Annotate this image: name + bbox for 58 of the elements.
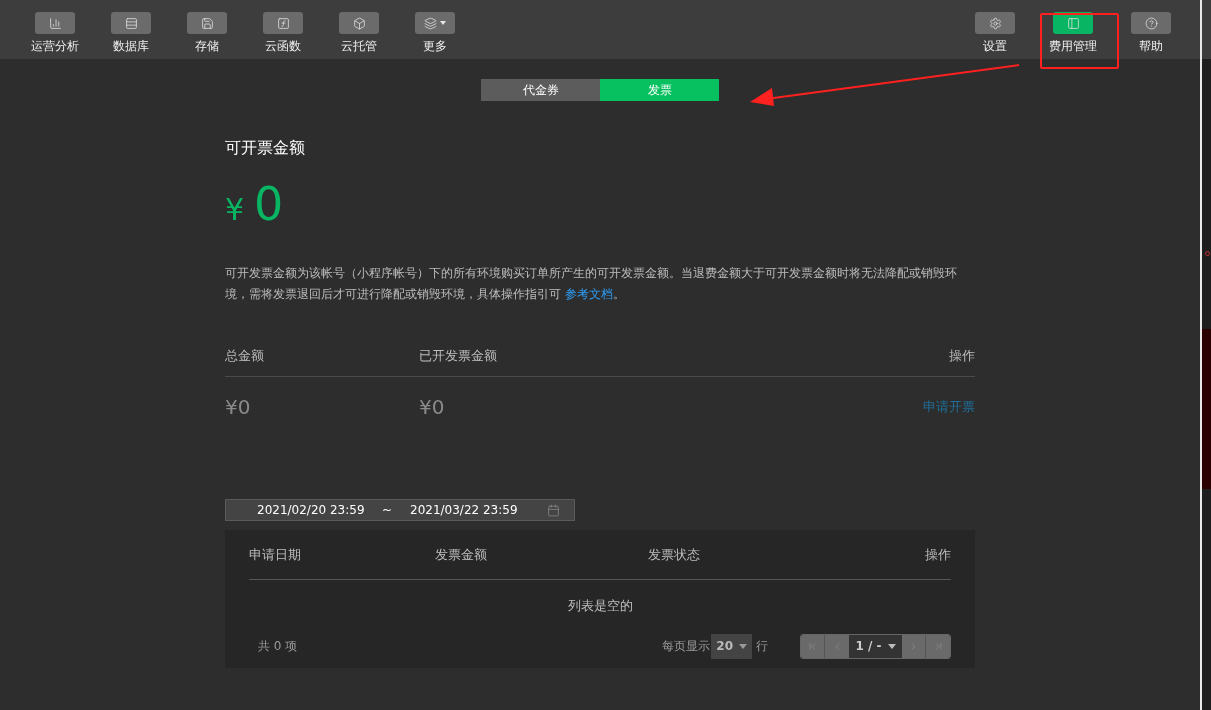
currency-symbol: ¥ bbox=[225, 191, 245, 229]
first-page-button[interactable] bbox=[801, 634, 825, 658]
total-count: 共 0 项 bbox=[258, 638, 299, 655]
range-separator: ~ bbox=[382, 502, 394, 519]
end-date: 2021/03/22 23:59 bbox=[410, 502, 519, 519]
toolbar-button[interactable] bbox=[1131, 12, 1171, 34]
column-header: 发票金额 bbox=[435, 545, 488, 564]
settings-icon bbox=[988, 16, 1002, 30]
tab[interactable]: 代金券 bbox=[481, 79, 600, 101]
description-text: 可开发票金额为该帐号（小程序帐号）下的所有环境购买订单所产生的可开发票金额。当退费金额大于可开发票金额时将无法降配或销毁环境，需将发票退回后才可进行降配或销毁环境，具体操作指引可 参考文档。 bbox=[225, 265, 958, 303]
per-page-label: 每页显示 bbox=[662, 638, 711, 655]
toolbar-label[interactable]: 云函数 bbox=[265, 39, 301, 53]
column-header: 已开发票金额 bbox=[419, 346, 498, 365]
toolbar-button[interactable] bbox=[975, 12, 1015, 34]
column-header: 操作 bbox=[925, 545, 951, 564]
toolbar-button[interactable] bbox=[1053, 12, 1093, 34]
toolbar-button[interactable] bbox=[263, 12, 303, 34]
page-select[interactable]: 1 / - bbox=[849, 634, 902, 658]
date-range-picker[interactable]: 2021/02/20 23:59 ~ 2021/03/22 23:59 bbox=[225, 499, 575, 521]
table-cell-text: ¥0 bbox=[225, 394, 252, 421]
panel-icon bbox=[1066, 16, 1080, 30]
toolbar-label[interactable]: 运营分析 bbox=[31, 39, 79, 53]
table-cell-text: ¥0 bbox=[419, 394, 446, 421]
toolbar-label[interactable]: 存储 bbox=[195, 39, 219, 53]
column-header: 发票状态 bbox=[648, 545, 701, 564]
toolbar-button[interactable] bbox=[415, 12, 455, 34]
toolbar-button[interactable] bbox=[339, 12, 379, 34]
caret-icon bbox=[440, 21, 446, 25]
help-icon bbox=[1144, 16, 1158, 30]
toolbar-label[interactable]: 云托管 bbox=[341, 39, 377, 53]
column-header: 操作 bbox=[949, 346, 975, 365]
toolbar-button[interactable] bbox=[187, 12, 227, 34]
table-icon bbox=[124, 16, 138, 30]
toolbar-label[interactable]: 设置 bbox=[983, 39, 1007, 53]
rows-label: 行 bbox=[756, 638, 768, 655]
next-page-button[interactable] bbox=[902, 634, 926, 658]
toolbar-label[interactable]: 数据库 bbox=[113, 39, 149, 53]
toolbar-strip bbox=[1202, 0, 1211, 59]
toolbar-label[interactable]: 费用管理 bbox=[1049, 39, 1097, 53]
toolbar-button[interactable] bbox=[35, 12, 75, 34]
invoice-amount: 0 bbox=[254, 179, 284, 229]
function-icon bbox=[276, 16, 290, 30]
calendar-icon bbox=[547, 503, 560, 517]
caret-icon bbox=[887, 643, 896, 649]
layers-icon bbox=[424, 16, 437, 30]
toolbar-button[interactable] bbox=[111, 12, 151, 34]
toolbar-label[interactable]: 更多 bbox=[423, 39, 447, 53]
bar-chart-icon bbox=[48, 16, 62, 30]
cube-icon bbox=[352, 16, 366, 30]
column-header: 总金额 bbox=[225, 346, 265, 365]
start-date: 2021/02/20 23:59 bbox=[257, 502, 366, 519]
column-header: 申请日期 bbox=[249, 545, 302, 564]
page-size-select[interactable]: 20 bbox=[711, 633, 752, 659]
docs-link[interactable]: 参考文档 bbox=[564, 287, 613, 301]
section-title: 可开票金额 bbox=[225, 137, 306, 159]
caret-icon bbox=[739, 643, 747, 649]
empty-message: 列表是空的 bbox=[566, 597, 634, 615]
toolbar-label[interactable]: 帮助 bbox=[1139, 39, 1163, 53]
